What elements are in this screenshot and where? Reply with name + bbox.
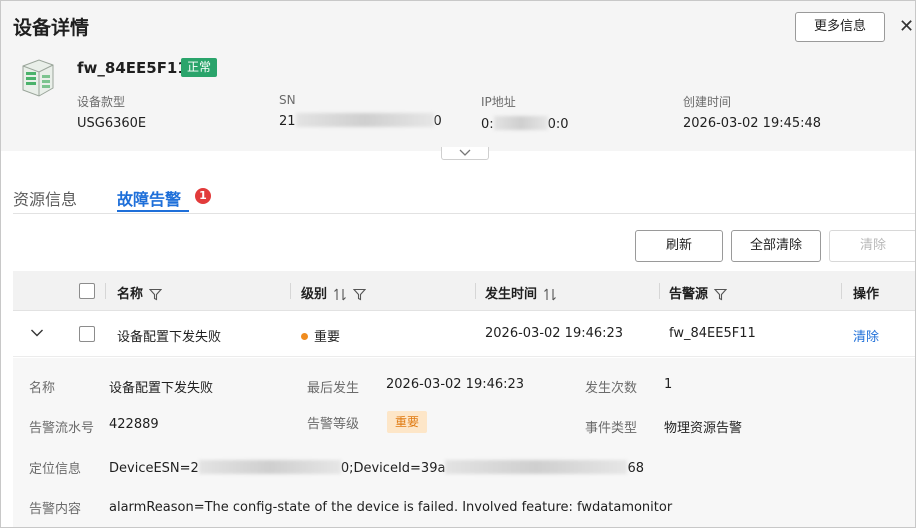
location-part-2: 0;DeviceId=39a <box>340 461 446 476</box>
status-badge: 正常 <box>181 58 218 77</box>
close-icon[interactable]: ✕ <box>899 17 915 37</box>
created-field: 创建时间 2026-03-02 19:45:48 <box>683 93 821 131</box>
detail-serial-label: 告警流水号 <box>29 421 95 436</box>
chevron-down-icon <box>459 149 471 156</box>
refresh-button[interactable]: 刷新 <box>635 230 723 262</box>
sn-redacted <box>295 113 434 127</box>
row-level-label: 重要 <box>314 330 341 345</box>
ip-redacted <box>493 116 548 130</box>
column-level[interactable]: 级别 <box>301 283 367 302</box>
sn-value: 21 0 <box>279 113 442 129</box>
detail-content-label: 告警内容 <box>29 502 82 517</box>
row-name: 设备配置下发失败 <box>117 330 222 345</box>
table-header: 名称 级别 发生时间 告警源 操作 <box>13 271 915 311</box>
tab-fault-alarm[interactable]: 故障告警 <box>117 186 181 210</box>
sort-icon[interactable] <box>333 288 347 301</box>
sn-suffix: 0 <box>433 114 442 129</box>
detail-name-value: 设备配置下发失败 <box>109 381 214 396</box>
tab-bar: 资源信息 故障告警 1 <box>13 183 915 214</box>
detail-location-value: DeviceESN=2 0;DeviceId=39a 68 <box>109 460 644 476</box>
clear-all-button[interactable]: 全部清除 <box>731 230 821 262</box>
location-redacted-esn <box>198 460 341 474</box>
dialog-title: 设备详情 <box>13 17 90 39</box>
row-source: fw_84EE5F11 <box>669 326 756 341</box>
column-source[interactable]: 告警源 <box>669 283 728 302</box>
sn-prefix: 21 <box>279 114 296 129</box>
column-name[interactable]: 名称 <box>117 283 163 302</box>
ip-suffix: 0:0 <box>547 117 569 132</box>
created-label: 创建时间 <box>683 95 732 109</box>
detail-last-value: 2026-03-02 19:46:23 <box>386 377 525 392</box>
model-value: USG6360E <box>77 116 147 131</box>
model-field: 设备款型 USG6360E <box>77 93 146 131</box>
column-action: 操作 <box>853 287 880 302</box>
detail-level-label: 告警等级 <box>307 417 360 432</box>
clear-button[interactable]: 清除 <box>829 230 915 262</box>
more-info-button[interactable]: 更多信息 <box>795 12 885 42</box>
table-row[interactable]: 设备配置下发失败 重要 2026-03-02 19:46:23 fw_84EE5… <box>13 311 915 357</box>
device-summary-panel: 设备详情 更多信息 ✕ fw_84EE5F11 正常 设备款型 USG6360E… <box>1 1 915 151</box>
model-label: 设备款型 <box>77 95 126 109</box>
detail-event-label: 事件类型 <box>585 421 638 436</box>
ip-label: IP地址 <box>481 95 516 109</box>
detail-event-value: 物理资源告警 <box>664 421 743 436</box>
filter-icon[interactable] <box>149 288 163 301</box>
column-divider <box>105 283 106 299</box>
severity-tag: 重要 <box>387 411 428 433</box>
detail-last-label: 最后发生 <box>307 381 360 396</box>
chevron-down-icon[interactable] <box>30 328 44 338</box>
filter-icon[interactable] <box>353 288 367 301</box>
detail-content-value: alarmReason=The config-state of the devi… <box>109 500 673 515</box>
detail-count-label: 发生次数 <box>585 381 638 396</box>
select-all-checkbox[interactable] <box>79 283 95 299</box>
sn-label: SN <box>279 93 296 107</box>
sn-field: SN 21 0 <box>279 93 442 129</box>
column-divider <box>290 283 291 299</box>
location-part-3: 68 <box>627 461 644 476</box>
column-time[interactable]: 发生时间 <box>485 283 557 302</box>
column-divider <box>659 283 660 299</box>
row-clear-link[interactable]: 清除 <box>853 326 879 345</box>
severity-dot <box>301 333 308 340</box>
collapse-toggle[interactable] <box>441 147 489 160</box>
location-part-1: DeviceESN=2 <box>109 461 199 476</box>
tab-resource-info[interactable]: 资源信息 <box>13 186 77 210</box>
detail-count-value: 1 <box>664 377 673 392</box>
column-name-label: 名称 <box>117 287 144 302</box>
row-level: 重要 <box>301 326 340 345</box>
device-details-dialog: 设备详情 更多信息 ✕ fw_84EE5F11 正常 设备款型 USG6360E… <box>0 0 916 528</box>
ip-field: IP地址 0: 0:0 <box>481 93 569 132</box>
alarm-count-badge: 1 <box>195 188 211 204</box>
filter-icon[interactable] <box>714 288 728 301</box>
created-value: 2026-03-02 19:45:48 <box>683 116 822 131</box>
ip-value: 0: 0:0 <box>481 116 569 132</box>
column-level-label: 级别 <box>301 287 328 302</box>
row-checkbox[interactable] <box>79 326 95 342</box>
detail-name-label: 名称 <box>29 381 56 396</box>
row-time: 2026-03-02 19:46:23 <box>485 326 624 341</box>
active-tab-indicator <box>117 210 189 212</box>
detail-serial-value: 422889 <box>109 417 159 432</box>
column-source-label: 告警源 <box>669 287 709 302</box>
device-name: fw_84EE5F11 <box>77 59 188 77</box>
column-divider <box>841 283 842 299</box>
alarm-detail-panel: 名称 设备配置下发失败 最后发生 2026-03-02 19:46:23 发生次… <box>13 358 915 527</box>
column-divider <box>475 283 476 299</box>
detail-location-label: 定位信息 <box>29 462 82 477</box>
column-time-label: 发生时间 <box>485 287 538 302</box>
ip-prefix: 0: <box>481 117 494 132</box>
firewall-device-icon <box>22 59 54 97</box>
location-redacted-id <box>445 460 628 474</box>
sort-icon[interactable] <box>543 288 557 301</box>
